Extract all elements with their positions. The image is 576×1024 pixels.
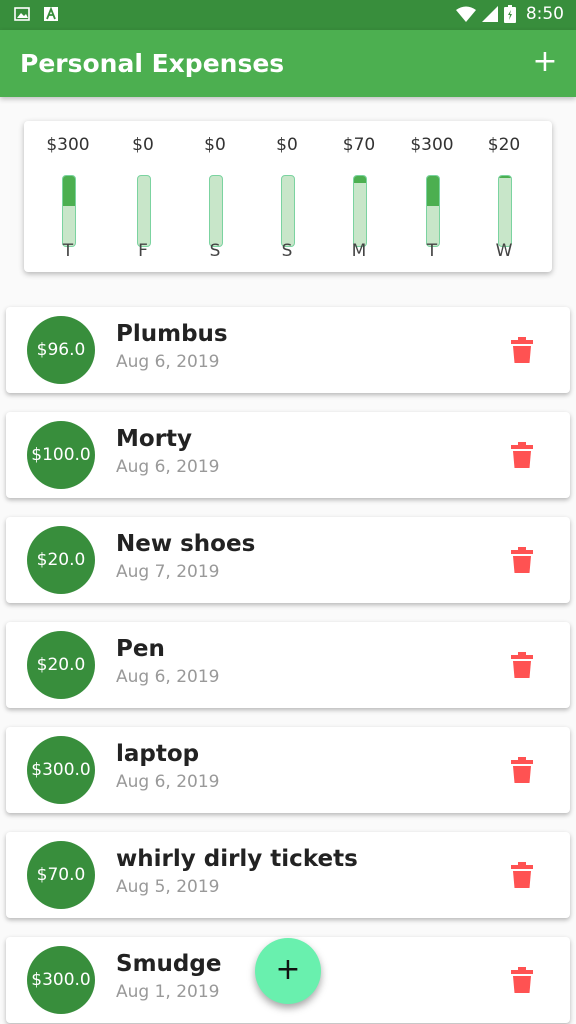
transaction-item: $96.0 Plumbus Aug 6, 2019 — [6, 307, 570, 393]
amount-avatar: $96.0 — [27, 316, 95, 384]
bar-amount: $300 — [410, 135, 454, 155]
transaction-title: Smudge — [116, 951, 222, 977]
bar-day: F — [138, 241, 148, 261]
bar-fill — [354, 176, 366, 183]
bar-track — [137, 175, 151, 247]
bar-amount: $70 — [342, 135, 376, 155]
amount-avatar: $20.0 — [27, 631, 95, 699]
bar-track — [209, 175, 223, 247]
amount-avatar: $20.0 — [27, 526, 95, 594]
bar-fill — [427, 176, 439, 207]
transaction-date: Aug 5, 2019 — [116, 877, 220, 897]
status-bar: 8:50 — [0, 0, 576, 30]
bar-day: T — [426, 241, 438, 261]
bar-track — [498, 175, 512, 247]
chart-bar-3: $0 S — [259, 135, 315, 265]
font-notification-icon — [44, 7, 58, 21]
bar-amount: $300 — [46, 135, 90, 155]
transaction-item: $70.0 whirly dirly tickets Aug 5, 2019 — [6, 832, 570, 918]
bar-amount: $0 — [204, 135, 226, 155]
bar-track — [353, 175, 367, 247]
chart-bar-6: $20 W — [476, 135, 532, 265]
transaction-title: Plumbus — [116, 321, 228, 347]
delete-icon[interactable] — [511, 862, 533, 888]
plus-icon: + — [532, 44, 558, 79]
bar-track — [426, 175, 440, 247]
transaction-date: Aug 1, 2019 — [116, 982, 220, 1002]
bar-amount: $0 — [276, 135, 298, 155]
transaction-date: Aug 6, 2019 — [116, 772, 220, 792]
transaction-date: Aug 6, 2019 — [116, 457, 220, 477]
transaction-item: $20.0 Pen Aug 6, 2019 — [6, 622, 570, 708]
chart-bar-0: $300 T — [40, 135, 96, 265]
transaction-item: $100.0 Morty Aug 6, 2019 — [6, 412, 570, 498]
transaction-title: whirly dirly tickets — [116, 846, 358, 872]
amount-avatar: $100.0 — [27, 421, 95, 489]
transaction-title: Morty — [116, 426, 193, 452]
delete-icon[interactable] — [511, 547, 533, 573]
wifi-icon — [455, 6, 476, 22]
bar-day: W — [495, 241, 513, 261]
bar-track — [281, 175, 295, 247]
bar-day: S — [209, 241, 221, 261]
delete-icon[interactable] — [511, 757, 533, 783]
transaction-item: $20.0 New shoes Aug 7, 2019 — [6, 517, 570, 603]
transaction-date: Aug 7, 2019 — [116, 562, 220, 582]
bar-fill — [63, 176, 75, 207]
chart-bar-2: $0 S — [187, 135, 243, 265]
image-notification-icon — [14, 7, 30, 21]
transaction-date: Aug 6, 2019 — [116, 667, 220, 687]
bar-day: S — [281, 241, 293, 261]
amount-avatar: $70.0 — [27, 841, 95, 909]
transaction-item: $300.0 laptop Aug 6, 2019 — [6, 727, 570, 813]
weekly-chart: $300 T $0 F $0 S $0 S $70 M $300 T $20 W — [24, 121, 552, 272]
amount-avatar: $300.0 — [27, 736, 95, 804]
bar-amount: $0 — [132, 135, 154, 155]
battery-icon — [503, 5, 516, 23]
bar-track — [62, 175, 76, 247]
delete-icon[interactable] — [511, 652, 533, 678]
chart-bar-1: $0 F — [115, 135, 171, 265]
app-bar: Personal Expenses + — [0, 30, 576, 97]
transaction-title: Pen — [116, 636, 165, 662]
bar-day: T — [62, 241, 74, 261]
transaction-date: Aug 6, 2019 — [116, 352, 220, 372]
cell-signal-icon — [481, 6, 498, 22]
bar-fill — [499, 176, 511, 179]
add-transaction-button[interactable]: + — [530, 44, 560, 80]
delete-icon[interactable] — [511, 442, 533, 468]
chart-bar-5: $300 T — [404, 135, 460, 265]
add-fab-button[interactable]: + — [255, 938, 321, 1004]
transaction-title: laptop — [116, 741, 200, 767]
page-title: Personal Expenses — [20, 49, 285, 78]
transaction-title: New shoes — [116, 531, 256, 557]
bar-amount: $20 — [487, 135, 521, 155]
status-time: 8:50 — [525, 4, 564, 24]
amount-avatar: $300.0 — [27, 946, 95, 1014]
delete-icon[interactable] — [511, 967, 533, 993]
chart-bar-4: $70 M — [331, 135, 387, 265]
bar-day: M — [351, 241, 367, 261]
delete-icon[interactable] — [511, 337, 533, 363]
